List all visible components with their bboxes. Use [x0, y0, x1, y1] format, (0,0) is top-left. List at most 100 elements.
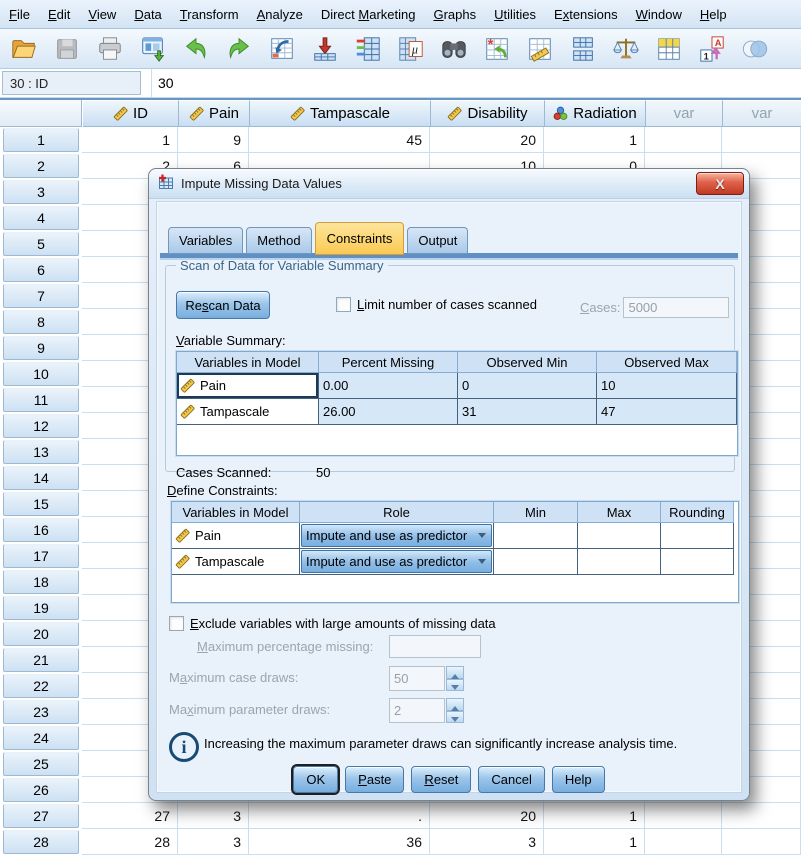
menu-analyze[interactable]: Analyze	[248, 4, 312, 25]
row-header-22[interactable]: 22	[3, 674, 79, 698]
goto-variable-icon[interactable]	[309, 33, 341, 65]
row-header-2[interactable]: 2	[3, 154, 79, 178]
dialog-title-bar[interactable]: Impute Missing Data Values X	[149, 169, 749, 199]
menu-transform[interactable]: Transform	[171, 4, 248, 25]
close-icon[interactable]: X	[696, 172, 744, 195]
redo-icon[interactable]	[223, 33, 255, 65]
recall-dialogs-icon[interactable]	[137, 33, 169, 65]
paste-button[interactable]: Paste	[345, 766, 404, 793]
role-dropdown[interactable]: Impute and use as predictor	[301, 550, 492, 573]
row-header-23[interactable]: 23	[3, 700, 79, 724]
help-button[interactable]: Help	[552, 766, 605, 793]
row-header-5[interactable]: 5	[3, 232, 79, 256]
summary-variable-cell[interactable]: Tampascale	[177, 399, 319, 425]
summary-variable-cell[interactable]: Pain	[177, 373, 319, 399]
insert-cases-icon[interactable]: *	[481, 33, 513, 65]
row-header-12[interactable]: 12	[3, 414, 79, 438]
find-icon[interactable]	[438, 33, 470, 65]
menu-help[interactable]: Help	[691, 4, 736, 25]
column-header-var[interactable]: var	[646, 100, 723, 127]
column-header-pain[interactable]: Pain	[179, 100, 250, 127]
row-header-17[interactable]: 17	[3, 544, 79, 568]
cancel-button[interactable]: Cancel	[478, 766, 544, 793]
row-header-3[interactable]: 3	[3, 180, 79, 204]
cell[interactable]: 1	[544, 829, 645, 855]
constraints-variable-cell[interactable]: Tampascale	[172, 549, 300, 575]
row-header-25[interactable]: 25	[3, 752, 79, 776]
cell[interactable]: .	[249, 803, 430, 829]
constraints-rounding-cell[interactable]	[661, 549, 734, 575]
reset-button[interactable]: Reset	[411, 766, 471, 793]
constraints-max-cell[interactable]	[578, 523, 661, 549]
cell[interactable]	[722, 829, 801, 855]
cellbar-splitter[interactable]	[141, 69, 152, 97]
weight-cases-icon[interactable]	[610, 33, 642, 65]
cell[interactable]: 1	[544, 127, 645, 153]
cell-editor[interactable]	[152, 69, 801, 97]
cell[interactable]: 45	[249, 127, 430, 153]
cell[interactable]: 20	[430, 127, 544, 153]
cell[interactable]	[645, 829, 722, 855]
menu-edit[interactable]: Edit	[39, 4, 79, 25]
row-header-8[interactable]: 8	[3, 310, 79, 334]
limit-cases-checkbox[interactable]	[336, 297, 351, 312]
print-icon[interactable]	[94, 33, 126, 65]
cell[interactable]: 3	[430, 829, 544, 855]
variables-icon[interactable]	[352, 33, 384, 65]
row-header-15[interactable]: 15	[3, 492, 79, 516]
row-header-4[interactable]: 4	[3, 206, 79, 230]
cell[interactable]: 1	[82, 127, 178, 153]
goto-case-icon[interactable]	[266, 33, 298, 65]
constraints-variable-cell[interactable]: Pain	[172, 523, 300, 549]
select-cases-icon[interactable]	[653, 33, 685, 65]
menu-utilities[interactable]: Utilities	[485, 4, 545, 25]
constraints-max-cell[interactable]	[578, 549, 661, 575]
column-header-tampascale[interactable]: Tampascale	[250, 100, 431, 127]
open-data-icon[interactable]	[8, 33, 40, 65]
tab-variables[interactable]: Variables	[168, 227, 243, 254]
cell[interactable]	[645, 803, 722, 829]
menu-graphs[interactable]: Graphs	[424, 4, 485, 25]
tab-output[interactable]: Output	[407, 227, 468, 254]
cell[interactable]: 27	[82, 803, 178, 829]
grid-corner-cell[interactable]	[0, 100, 82, 127]
row-header-21[interactable]: 21	[3, 648, 79, 672]
menu-extensions[interactable]: Extensions	[545, 4, 627, 25]
value-labels-icon[interactable]: A1	[696, 33, 728, 65]
row-header-11[interactable]: 11	[3, 388, 79, 412]
row-header-7[interactable]: 7	[3, 284, 79, 308]
column-header-radiation[interactable]: Radiation	[545, 100, 646, 127]
row-header-13[interactable]: 13	[3, 440, 79, 464]
row-header-14[interactable]: 14	[3, 466, 79, 490]
cell[interactable]	[645, 127, 722, 153]
row-header-19[interactable]: 19	[3, 596, 79, 620]
insert-variable-icon[interactable]	[524, 33, 556, 65]
cell[interactable]: 3	[178, 803, 249, 829]
constraints-min-cell[interactable]	[494, 523, 578, 549]
undo-icon[interactable]	[180, 33, 212, 65]
cell[interactable]: 3	[178, 829, 249, 855]
cell[interactable]: 9	[178, 127, 249, 153]
cell[interactable]: 36	[249, 829, 430, 855]
row-header-24[interactable]: 24	[3, 726, 79, 750]
cell[interactable]: 28	[82, 829, 178, 855]
cell[interactable]	[722, 803, 801, 829]
row-header-28[interactable]: 28	[3, 830, 79, 854]
row-header-9[interactable]: 9	[3, 336, 79, 360]
exclude-variables-checkbox[interactable]	[169, 616, 184, 631]
cell[interactable]: 20	[430, 803, 544, 829]
use-variable-sets-icon[interactable]	[739, 33, 771, 65]
cell[interactable]	[722, 127, 801, 153]
constraints-min-cell[interactable]	[494, 549, 578, 575]
row-header-18[interactable]: 18	[3, 570, 79, 594]
ok-button[interactable]: OK	[293, 766, 338, 793]
constraints-rounding-cell[interactable]	[661, 523, 734, 549]
menu-window[interactable]: Window	[627, 4, 691, 25]
menu-data[interactable]: Data	[125, 4, 170, 25]
menu-direct-marketing[interactable]: Direct Marketing	[312, 4, 425, 25]
row-header-16[interactable]: 16	[3, 518, 79, 542]
row-header-27[interactable]: 27	[3, 804, 79, 828]
menu-file[interactable]: File	[0, 4, 39, 25]
tab-method[interactable]: Method	[246, 227, 311, 254]
tab-constraints[interactable]: Constraints	[315, 222, 405, 255]
